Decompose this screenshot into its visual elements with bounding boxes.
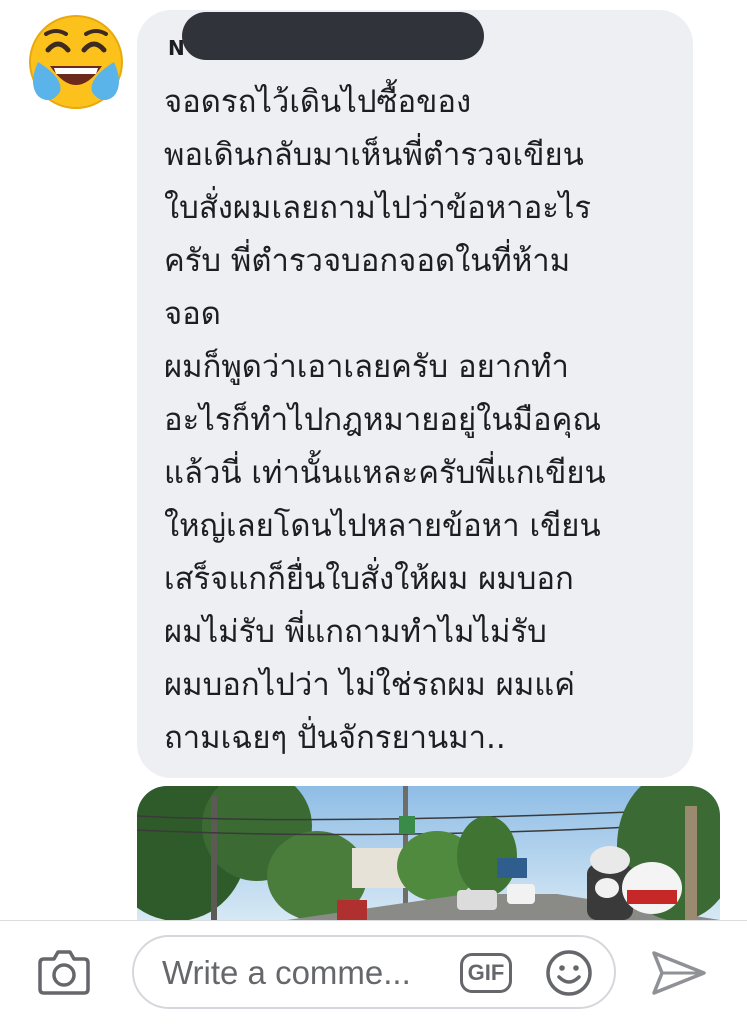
- comment-line: ใหญ่เลยโดนไปหลายข้อหา เขียน: [164, 508, 601, 544]
- comment-line: แล้วนี่ เท่านั้นแหละครับพี่แกเขียน: [164, 455, 606, 491]
- comment-input-placeholder: Write a comme...: [162, 954, 411, 991]
- comment-line: จอดรถไว้เดินไปซื้อของ: [164, 84, 472, 120]
- comment-line: ผมบอกไปว่า ไม่ใช่รถผม ผมแค่: [164, 667, 575, 703]
- comment-input[interactable]: Write a comme... GIF: [132, 935, 616, 1009]
- comment-text: จอดรถไว้เดินไปซื้อของ พอเดินกลับมาเห็นพี…: [164, 76, 684, 765]
- smiley-icon[interactable]: [544, 948, 594, 998]
- attached-photo[interactable]: [137, 786, 720, 920]
- send-icon[interactable]: [648, 947, 710, 999]
- comment-line: เสร็จแกก็ยื่นใบสั่งให้ผม ผมบอก: [164, 561, 574, 597]
- comment-line: ใบสั่งผมเลยถามไปว่าข้อหาอะไร: [164, 190, 592, 226]
- avatar-laughing-emoji-icon[interactable]: [24, 12, 128, 112]
- author-name-redaction: [182, 12, 484, 60]
- comment-line: ผมก็พูดว่าเอาเลยครับ อยากทำ: [164, 349, 569, 385]
- comment-line: อะไรก็ทำไปกฎหมายอยู่ในมือคุณ: [164, 402, 602, 438]
- comment-line: ผมไม่รับ พี่แกถามทำไมไม่รับ: [164, 614, 547, 650]
- comment-thread: N จอดรถไว้เดินไปซื้อของ พอเดินกลับมาเห็น…: [0, 0, 747, 1024]
- comment-line: ถามเฉยๆ ปั่นจักรยานมา..: [164, 720, 506, 756]
- camera-icon[interactable]: [36, 947, 92, 997]
- comment-composer: Write a comme... GIF: [0, 920, 747, 1024]
- comment-line: ครับ พี่ตำรวจบอกจอดในที่ห้าม: [164, 243, 571, 279]
- gif-button[interactable]: GIF: [460, 953, 512, 993]
- comment-line: จอด: [164, 296, 221, 332]
- comment-line: พอเดินกลับมาเห็นพี่ตำรวจเขียน: [164, 137, 584, 173]
